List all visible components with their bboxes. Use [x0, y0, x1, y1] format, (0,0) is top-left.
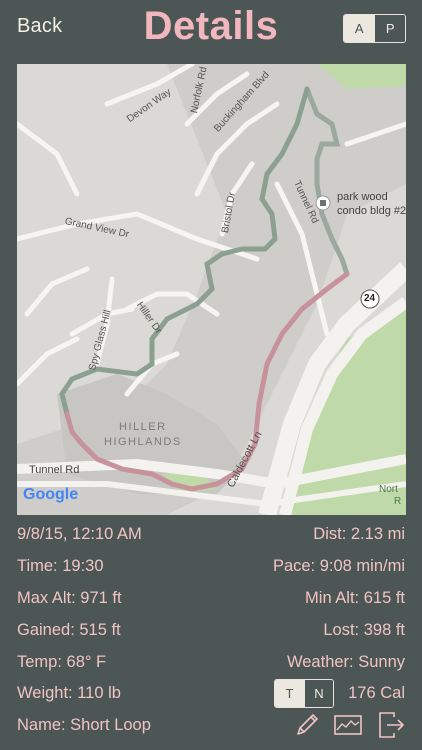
mode-option-a[interactable]: A	[344, 15, 375, 42]
calorie-toggle[interactable]: T N	[274, 679, 334, 708]
stat-min-alt: Min Alt: 615 ft	[305, 589, 405, 607]
stat-max-alt: Max Alt: 971 ft	[17, 589, 122, 607]
route-shield-label: 24	[364, 293, 376, 304]
stat-pace: Pace: 9:08 min/mi	[272, 557, 405, 575]
stat-weight: Weight: 110 lb	[17, 684, 121, 702]
stat-time: Time: 19:30	[17, 557, 104, 575]
top-bar: Back Details A P	[0, 0, 422, 58]
stat-distance: Dist: 2.13 mi	[313, 525, 405, 543]
mode-toggle[interactable]: A P	[343, 14, 406, 43]
stat-weather: Weather: Sunny	[286, 653, 405, 671]
share-icon[interactable]	[377, 711, 405, 744]
calorie-option-t[interactable]: T	[275, 680, 304, 707]
map-label-tunnel-rd-lower: Tunnel Rd	[29, 464, 80, 476]
mode-option-p[interactable]: P	[374, 15, 405, 42]
google-logo: Google	[23, 486, 79, 503]
route-map[interactable]: Devon Way Norfolk Rd Buckingham Blvd Bri…	[17, 64, 406, 515]
map-label-poi-line2: condo bldg #2	[337, 205, 406, 217]
chart-icon[interactable]	[334, 713, 362, 742]
stat-gained: Gained: 515 ft	[17, 621, 121, 639]
map-label-north: Nort	[379, 484, 398, 495]
map-label-hiller-highlands-2: HIGHLANDS	[104, 436, 182, 448]
stat-calories: 176 Cal	[348, 684, 405, 702]
map-canvas	[17, 64, 406, 515]
map-label-north-2: R	[394, 496, 402, 507]
pencil-icon[interactable]	[294, 712, 320, 743]
stat-lost: Lost: 398 ft	[323, 621, 405, 639]
map-label-hiller-highlands-1: HILLER	[119, 421, 167, 433]
calorie-option-n[interactable]: N	[304, 680, 333, 707]
map-label-poi-line1: park wood	[337, 191, 388, 203]
stat-datetime: 9/8/15, 12:10 AM	[17, 525, 142, 543]
stat-name: Name: Short Loop	[17, 716, 151, 734]
stat-temp: Temp: 68° F	[17, 653, 107, 671]
